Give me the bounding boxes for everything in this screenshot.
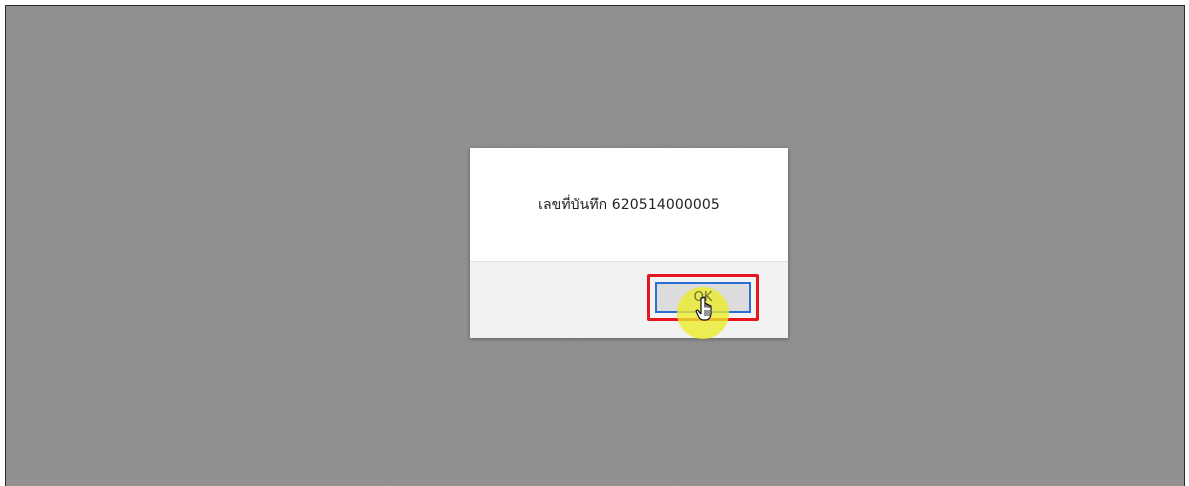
dialog-body: เลขที่บันทึก 620514000005: [470, 148, 788, 261]
dialog-footer: OK: [470, 261, 788, 339]
dialog-message: เลขที่บันทึก 620514000005: [538, 196, 720, 213]
ok-button[interactable]: [655, 282, 751, 313]
modal-overlay: เลขที่บันทึก 620514000005 OK: [5, 5, 1185, 486]
alert-dialog: เลขที่บันทึก 620514000005 OK: [470, 148, 788, 339]
